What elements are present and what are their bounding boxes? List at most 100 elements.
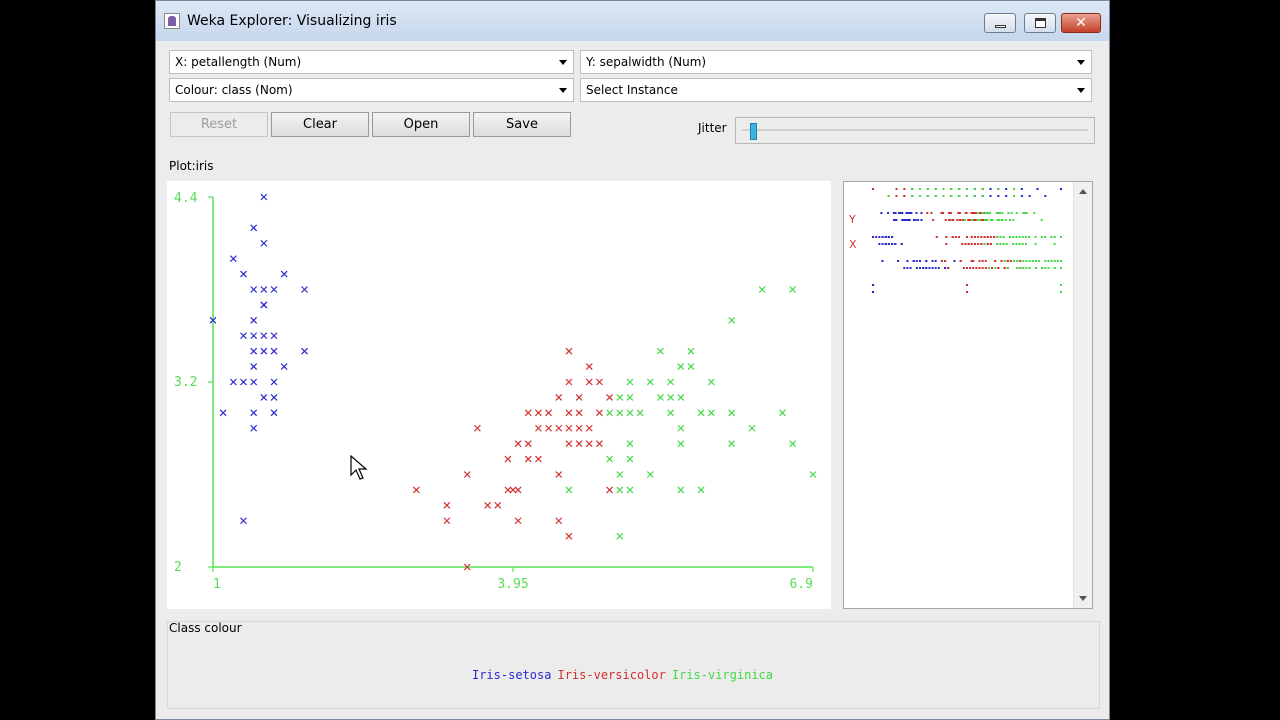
legend-item-versicolor[interactable]: Iris-versicolor bbox=[557, 668, 665, 682]
attribute-dot bbox=[956, 219, 959, 221]
attribute-dot bbox=[970, 243, 973, 245]
attribute-dot bbox=[1047, 267, 1050, 269]
attribute-dot bbox=[958, 219, 961, 221]
attribute-dot bbox=[985, 212, 988, 214]
attribute-dot bbox=[940, 260, 943, 262]
attribute-dot bbox=[1005, 195, 1008, 197]
attribute-dot bbox=[953, 260, 956, 262]
attribute-dot bbox=[894, 243, 897, 245]
attribute-matrix-panel[interactable]: YX bbox=[843, 181, 1093, 609]
attribute-dot bbox=[928, 267, 931, 269]
attribute-dot bbox=[998, 219, 1001, 221]
attribute-dot bbox=[872, 236, 874, 238]
close-icon[interactable] bbox=[1061, 13, 1101, 33]
attribute-dot bbox=[1050, 260, 1053, 262]
y-indicator: Y bbox=[848, 213, 856, 226]
title-bar[interactable]: Weka Explorer: Visualizing iris bbox=[156, 1, 1109, 41]
attribute-dot bbox=[937, 267, 940, 269]
attribute-dot bbox=[1012, 236, 1015, 238]
attribute-dot bbox=[958, 195, 961, 197]
attribute-dot bbox=[915, 267, 918, 269]
attribute-dot bbox=[900, 243, 903, 245]
attribute-dot bbox=[1001, 219, 1004, 221]
attribute-dot bbox=[1033, 212, 1036, 214]
attribute-dot bbox=[1013, 260, 1015, 262]
scroll-up-icon[interactable] bbox=[1079, 189, 1087, 194]
attribute-dot bbox=[1044, 195, 1047, 197]
vertical-scrollbar[interactable] bbox=[1073, 182, 1092, 608]
attribute-dot bbox=[1056, 260, 1059, 262]
attribute-dot bbox=[878, 236, 881, 238]
attribute-dot bbox=[906, 212, 909, 214]
attribute-dot bbox=[982, 212, 985, 214]
attribute-dot bbox=[993, 236, 996, 238]
y-axis-select[interactable]: Y: sepalwidth (Num) bbox=[580, 50, 1092, 74]
legend-item-setosa[interactable]: Iris-setosa bbox=[472, 668, 551, 682]
attribute-dot bbox=[926, 212, 929, 214]
attribute-dot bbox=[969, 267, 972, 269]
attribute-dot bbox=[1020, 195, 1023, 197]
attribute-dot bbox=[931, 260, 934, 262]
attribute-dot bbox=[906, 267, 909, 269]
attribute-dot bbox=[911, 195, 914, 197]
attribute-dot bbox=[1021, 236, 1024, 238]
attribute-dot bbox=[925, 260, 928, 262]
attribute-dot bbox=[911, 188, 914, 190]
x-indicator: X bbox=[849, 238, 857, 251]
attribute-dot bbox=[1034, 243, 1037, 245]
scroll-down-icon[interactable] bbox=[1079, 596, 1087, 601]
attribute-dot bbox=[973, 212, 976, 214]
attribute-dot bbox=[997, 188, 1000, 190]
attribute-dot bbox=[980, 236, 983, 238]
select-instance-select[interactable]: Select Instance bbox=[580, 78, 1092, 102]
attribute-dot bbox=[895, 195, 898, 197]
attribute-dot bbox=[920, 212, 923, 214]
save-button[interactable]: Save bbox=[473, 112, 571, 137]
jitter-slider-thumb[interactable] bbox=[750, 123, 758, 140]
scatter-plot[interactable]: 1 3.95 6.9 2 3.2 4.4 bbox=[167, 181, 831, 609]
maximize-icon[interactable] bbox=[1024, 13, 1056, 33]
attribute-dot bbox=[926, 188, 929, 190]
attribute-dot bbox=[907, 219, 910, 221]
attribute-dot bbox=[965, 212, 968, 214]
attribute-dot bbox=[966, 236, 968, 238]
clear-button[interactable]: Clear bbox=[271, 112, 369, 137]
x-axis-select[interactable]: X: petallength (Num) bbox=[169, 50, 574, 74]
attribute-dot bbox=[989, 195, 992, 197]
attribute-dot bbox=[1010, 212, 1013, 214]
attribute-dot bbox=[881, 236, 884, 238]
attribute-dot bbox=[994, 260, 997, 262]
minimize-icon[interactable] bbox=[984, 13, 1016, 33]
attribute-dot bbox=[1019, 260, 1022, 262]
attribute-dot bbox=[915, 260, 918, 262]
attribute-dot bbox=[971, 219, 974, 221]
attribute-dot bbox=[996, 243, 999, 245]
legend-item-virginica[interactable]: Iris-virginica bbox=[672, 668, 773, 682]
attribute-dot bbox=[966, 195, 968, 197]
attribute-dot bbox=[1040, 219, 1043, 221]
colour-select[interactable]: Colour: class (Nom) bbox=[169, 78, 574, 102]
attribute-dot bbox=[934, 188, 937, 190]
jitter-slider[interactable] bbox=[735, 117, 1095, 144]
attribute-dot bbox=[1016, 260, 1019, 262]
attribute-dot bbox=[887, 236, 890, 238]
attribute-dot bbox=[1009, 236, 1012, 238]
attribute-dot bbox=[987, 267, 990, 269]
attribute-dot bbox=[951, 236, 954, 238]
attribute-dot bbox=[903, 267, 906, 269]
attribute-dot bbox=[931, 267, 934, 269]
attribute-dot bbox=[1004, 219, 1007, 221]
attribute-dot bbox=[891, 236, 894, 238]
open-button[interactable]: Open bbox=[372, 112, 470, 137]
attribute-dot bbox=[926, 195, 929, 197]
attribute-dot bbox=[920, 219, 923, 221]
attribute-dot bbox=[1053, 236, 1056, 238]
attribute-dot bbox=[945, 243, 948, 245]
attribute-dot bbox=[1009, 260, 1012, 262]
attribute-dot bbox=[966, 291, 968, 293]
attribute-dot bbox=[989, 236, 992, 238]
attribute-dot bbox=[872, 188, 874, 190]
reset-button[interactable]: Reset bbox=[170, 112, 268, 137]
attribute-dot bbox=[973, 195, 976, 197]
attribute-dot bbox=[935, 236, 938, 238]
